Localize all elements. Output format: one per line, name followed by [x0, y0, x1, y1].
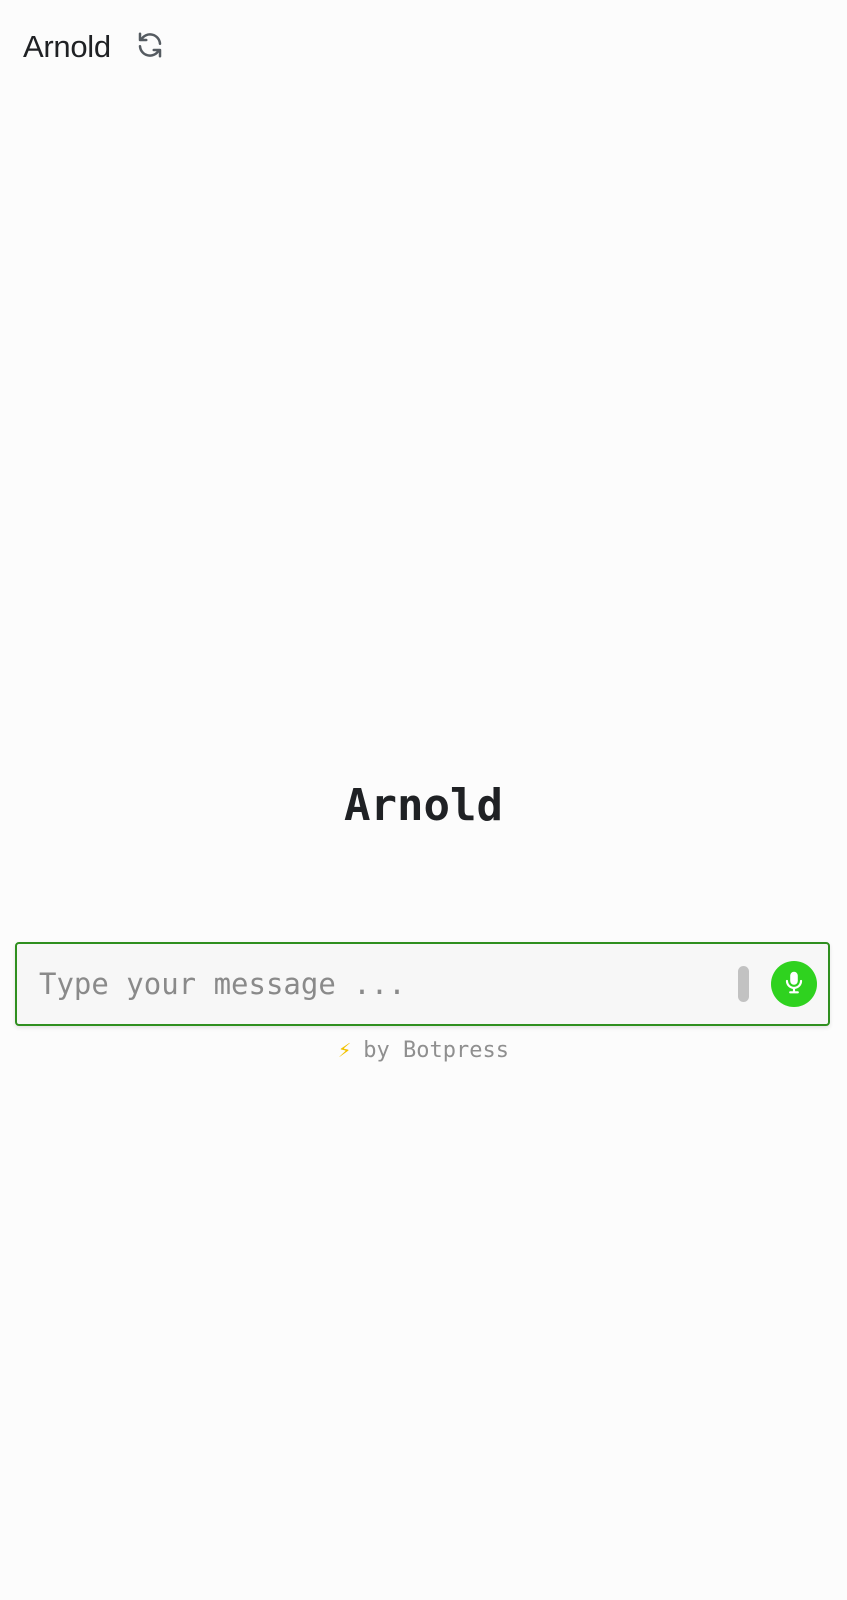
refresh-button[interactable] — [133, 30, 167, 64]
microphone-button[interactable] — [771, 961, 817, 1007]
powered-by-footer: ⚡ by Botpress — [0, 1036, 847, 1066]
header-title: Arnold — [23, 29, 111, 64]
microphone-icon — [781, 969, 807, 1000]
chat-header: Arnold — [23, 24, 167, 70]
message-input[interactable] — [39, 944, 699, 1024]
input-scroll-handle[interactable] — [738, 966, 749, 1002]
refresh-icon — [135, 30, 165, 65]
bot-name-heading: Arnold — [344, 780, 503, 831]
bolt-icon: ⚡ — [338, 1038, 352, 1063]
message-composer — [15, 942, 830, 1026]
powered-by-label[interactable]: by Botpress — [363, 1038, 509, 1063]
